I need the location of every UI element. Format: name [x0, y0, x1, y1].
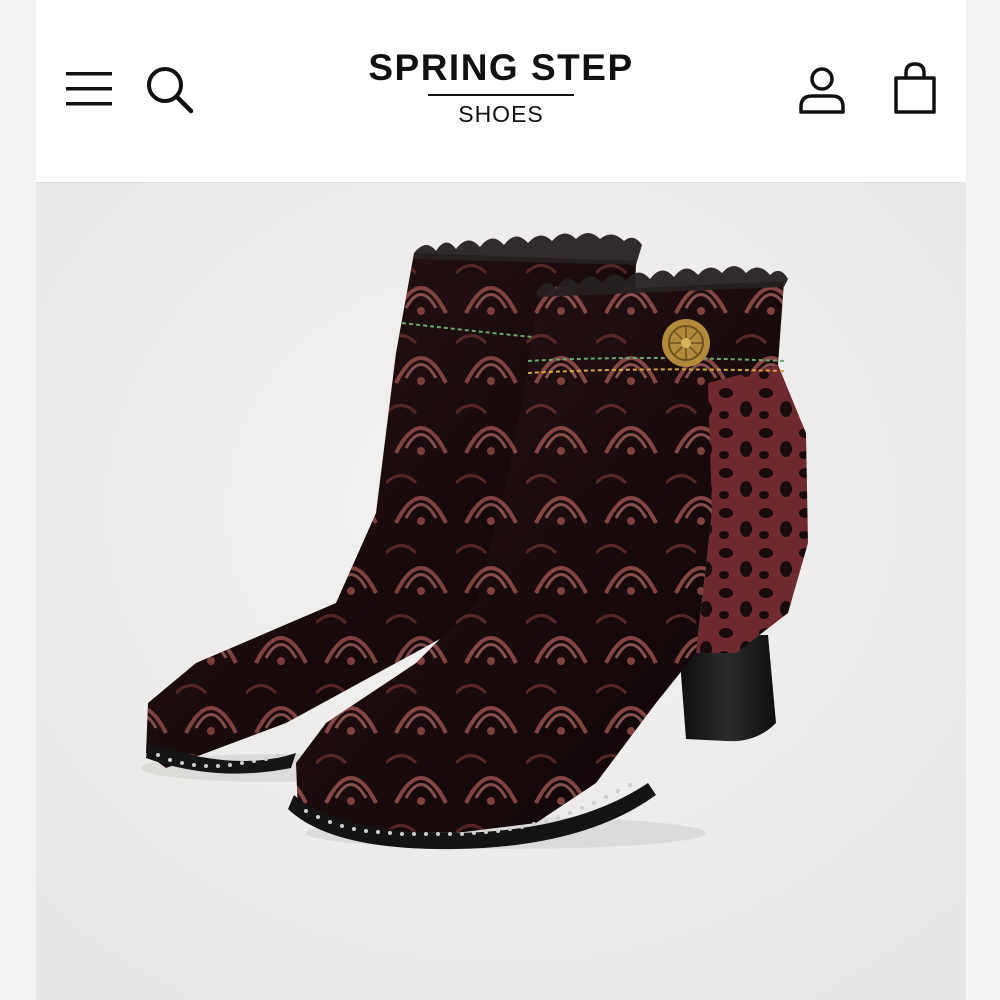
brand-name: SPRING STEP: [368, 47, 634, 88]
ankle-boots-product-image[interactable]: [36, 183, 966, 1000]
product-image-area: [36, 183, 966, 1000]
search-icon[interactable]: [144, 64, 196, 116]
brand-divider: [428, 94, 574, 96]
site-header: SPRING STEP SHOES: [36, 0, 966, 183]
page: SPRING STEP SHOES: [36, 0, 966, 1000]
brand-subtitle: SHOES: [458, 101, 544, 127]
shopping-bag-icon[interactable]: [892, 60, 938, 116]
hamburger-menu-icon[interactable]: [64, 68, 114, 110]
account-icon[interactable]: [796, 64, 848, 116]
right-gutter: [964, 0, 1000, 1000]
left-gutter: [0, 0, 36, 1000]
brand-logo[interactable]: SPRING STEP SHOES: [336, 46, 666, 128]
